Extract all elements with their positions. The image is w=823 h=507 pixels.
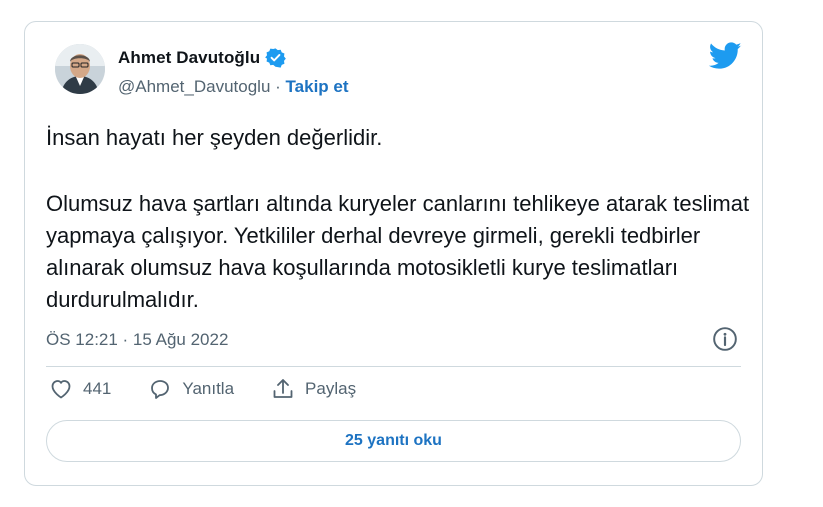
share-label: Paylaş bbox=[305, 379, 357, 398]
reply-icon bbox=[151, 380, 170, 399]
author-name[interactable]: Ahmet Davutoğlu bbox=[118, 48, 260, 68]
like-count: 441 bbox=[83, 379, 112, 398]
handle-row: @Ahmet_Davutoglu · Takip et bbox=[118, 77, 349, 97]
share-icon bbox=[273, 379, 293, 398]
avatar[interactable] bbox=[55, 44, 105, 94]
tweet-card: Ahmet Davutoğlu @Ahmet_Davutoglu · Takip… bbox=[24, 21, 763, 486]
separator-dot: · bbox=[275, 77, 281, 96]
read-replies-button[interactable]: 25 yanıtı oku bbox=[46, 420, 741, 462]
divider bbox=[46, 366, 741, 367]
tweet-text-paragraph-1: İnsan hayatı her şeyden değerlidir. bbox=[46, 125, 383, 150]
tweet-text-paragraph-2: Olumsuz hava şartları altında kuryeler c… bbox=[46, 191, 750, 312]
verified-badge-icon bbox=[265, 47, 287, 68]
like-button[interactable]: 441 bbox=[49, 377, 111, 401]
author-handle[interactable]: @Ahmet_Davutoglu bbox=[118, 77, 270, 96]
reply-button[interactable]: Yanıtla bbox=[148, 377, 234, 401]
twitter-bird-icon[interactable] bbox=[708, 42, 742, 70]
heart-icon bbox=[51, 380, 71, 399]
author-row: Ahmet Davutoğlu bbox=[118, 47, 287, 68]
tweet-actions: 441 Yanıtla Paylaş bbox=[49, 377, 393, 401]
reply-label: Yanıtla bbox=[182, 379, 235, 398]
follow-link[interactable]: Takip et bbox=[286, 77, 349, 96]
tweet-timestamp[interactable]: ÖS 12:21 · 15 Ağu 2022 bbox=[46, 330, 228, 350]
share-button[interactable]: Paylaş bbox=[271, 377, 356, 401]
info-icon[interactable] bbox=[712, 326, 738, 352]
